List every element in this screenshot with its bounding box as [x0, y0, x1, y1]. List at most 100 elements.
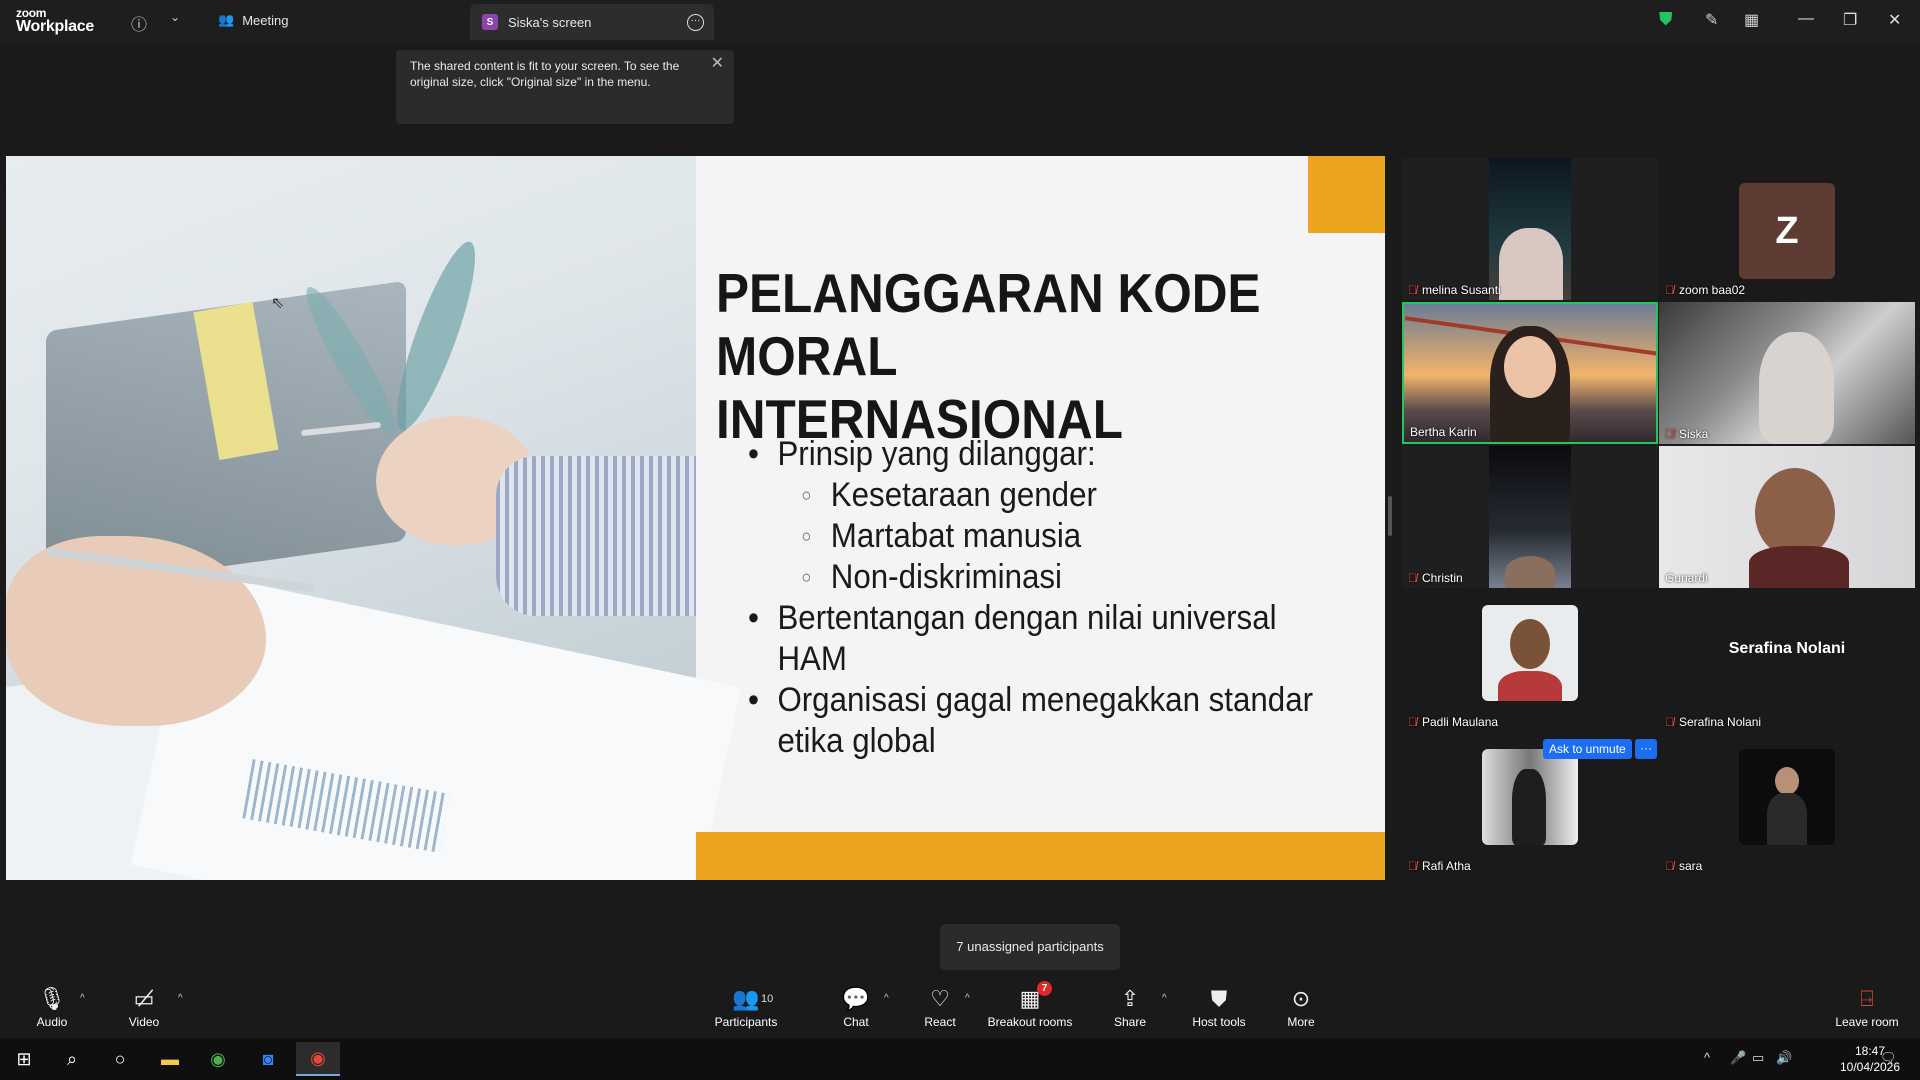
screen-owner-badge: S: [482, 14, 498, 30]
sub-bullet-item: Kesetaraan gender: [748, 475, 1318, 516]
more-options-icon[interactable]: ···: [687, 14, 704, 31]
mouse-cursor-icon: ⇖: [271, 295, 285, 312]
participant-tile[interactable]: Serafina Nolani 🎙̸ Serafina Nolani: [1659, 590, 1915, 732]
sub-bullet-item: Non-diskriminasi: [748, 557, 1318, 598]
muted-mic-icon: 🎙̸: [1408, 715, 1417, 729]
participant-tile[interactable]: Gunardi: [1659, 446, 1915, 588]
title-bar: zoom Workplace ⓘ ⌄ 👥 Meeting S Siska's s…: [0, 0, 1920, 44]
slide-bullets: Prinsip yang dilanggar: Kesetaraan gende…: [748, 434, 1318, 762]
avatar: [1739, 749, 1835, 845]
participants-button[interactable]: 👥 10 Participants: [701, 985, 791, 1029]
muted-mic-icon: 🎙̸: [1408, 859, 1417, 873]
volume-icon[interactable]: 🔊: [1776, 1050, 1792, 1066]
sub-bullet-item: Martabat manusia: [748, 516, 1318, 557]
avatar: [1482, 605, 1578, 701]
participant-video: [1659, 302, 1915, 444]
meeting-toolbar: 🎙 Audio ^ ▭̸ Video ^ 👥 10 Participants 💬 …: [0, 981, 1920, 1038]
participant-display-name: Serafina Nolani: [1728, 640, 1846, 657]
participant-video: [1489, 446, 1571, 588]
share-button[interactable]: ⇪ Share: [1085, 985, 1175, 1029]
slide-accent-block: [1308, 156, 1385, 233]
participant-video: [1659, 446, 1915, 588]
minimize-icon[interactable]: —: [1798, 10, 1814, 28]
muted-mic-icon: 🎙̸: [1408, 283, 1417, 297]
breakout-rooms-button[interactable]: ▦ 7 Breakout rooms: [985, 981, 1075, 1029]
zoom-logo: zoom Workplace: [16, 6, 94, 35]
participant-tile[interactable]: Z 🎙̸ zoom baa02: [1659, 158, 1915, 300]
react-button[interactable]: ♡ React: [895, 985, 985, 1029]
slide-accent-bar: [696, 832, 1385, 880]
chevron-up-icon[interactable]: ^: [884, 993, 889, 1004]
windows-start-icon[interactable]: ⊞: [2, 1042, 46, 1076]
avatar: Z: [1739, 183, 1835, 279]
shared-screen[interactable]: ⇖ PELANGGARAN KODE MORAL INTERNASIONAL P…: [6, 156, 1385, 880]
participant-video: [1404, 304, 1656, 442]
meeting-tab[interactable]: 👥 Meeting: [218, 12, 288, 28]
bullet-item: Prinsip yang dilanggar:: [748, 434, 1318, 475]
chrome-active-icon[interactable]: ◉: [296, 1042, 340, 1076]
slide-photo: ⇖: [6, 156, 742, 880]
fit-screen-tooltip: The shared content is fit to your screen…: [396, 50, 734, 124]
leave-room-button[interactable]: ⍈ Leave room: [1822, 985, 1912, 1029]
ask-to-unmute-button[interactable]: Ask to unmute: [1543, 739, 1632, 759]
more-icon: ⊙: [1291, 986, 1311, 1011]
react-icon: ♡: [930, 986, 950, 1011]
audio-button[interactable]: 🎙 Audio: [7, 985, 97, 1029]
video-button[interactable]: ▭̸ Video: [99, 985, 189, 1029]
participant-tile-active-speaker[interactable]: Bertha Karin: [1402, 302, 1658, 444]
participant-tile[interactable]: 🎙̸ sara: [1659, 734, 1915, 876]
participant-video: [1489, 158, 1571, 300]
chevron-up-icon[interactable]: ^: [1162, 993, 1167, 1004]
shield-icon[interactable]: ⛊: [1659, 9, 1673, 30]
screen-share-tab[interactable]: S Siska's screen ···: [470, 4, 714, 40]
participant-tile[interactable]: 🎙̸ Christin: [1402, 446, 1658, 588]
chevron-up-icon[interactable]: ^: [178, 993, 183, 1004]
screen-tab-label: Siska's screen: [508, 14, 592, 30]
os-taskbar: ⊞ ⌕ ○ ▬ ◉ ◙ ◉ ^ 🎤 ▭ 🔊 18:47 10/04/2026 🗨: [0, 1038, 1920, 1080]
tooltip-text: The shared content is fit to your screen…: [410, 59, 680, 89]
zoom-app-icon[interactable]: ◙: [246, 1042, 290, 1076]
tray-expand-icon[interactable]: ^: [1704, 1050, 1710, 1065]
annotate-icon[interactable]: ✎: [1705, 10, 1718, 30]
more-button[interactable]: ⊙ More: [1256, 985, 1346, 1029]
chevron-up-icon[interactable]: ^: [80, 993, 85, 1004]
bullet-item: Bertentangan dengan nilai universal HAM: [748, 598, 1318, 680]
view-layout-icon[interactable]: ▦: [1744, 10, 1759, 30]
slide-title: PELANGGARAN KODE MORAL INTERNASIONAL: [716, 262, 1261, 450]
panel-resize-handle[interactable]: [1388, 496, 1392, 536]
muted-mic-icon: 🎙̸: [1665, 859, 1674, 873]
notification-badge: 7: [1037, 981, 1052, 996]
video-off-icon: ▭̸: [133, 986, 155, 1011]
breakout-rooms-icon: ▦ 7: [985, 981, 1075, 1013]
avatar: [1482, 749, 1578, 845]
participant-tile[interactable]: 🎙̸ melina Susanti: [1402, 158, 1658, 300]
leave-icon: ⍈: [1860, 986, 1874, 1011]
muted-mic-icon: 🎙̸: [1665, 427, 1674, 441]
search-icon[interactable]: ⌕: [50, 1042, 94, 1076]
participant-tile[interactable]: 🎙̸ Siska: [1659, 302, 1915, 444]
unassigned-participants-tooltip: 7 unassigned participants: [940, 924, 1120, 970]
microphone-icon[interactable]: 🎤: [1730, 1050, 1746, 1066]
network-icon[interactable]: ▭: [1752, 1050, 1764, 1066]
close-icon[interactable]: ✕: [1888, 10, 1901, 30]
participants-icon: 👥 10: [732, 986, 774, 1011]
shield-icon: ⛊: [1210, 986, 1228, 1011]
bullet-item: Organisasi gagal menegakkan standar etik…: [748, 680, 1318, 762]
chevron-up-icon[interactable]: ^: [965, 993, 970, 1004]
restore-icon[interactable]: ❐: [1843, 10, 1857, 30]
muted-mic-icon: 🎙̸: [1665, 283, 1674, 297]
file-explorer-icon[interactable]: ▬: [148, 1042, 192, 1076]
chevron-down-icon[interactable]: ⌄: [170, 10, 180, 24]
participant-tile[interactable]: 🎙̸ Padli Maulana: [1402, 590, 1658, 732]
muted-mic-icon: 🎙̸: [1408, 571, 1417, 585]
info-icon[interactable]: ⓘ: [131, 11, 147, 35]
close-icon[interactable]: ✕: [711, 56, 724, 72]
chat-button[interactable]: 💬 Chat: [811, 985, 901, 1029]
notifications-icon[interactable]: 🗨: [1880, 1050, 1897, 1066]
participants-icon: 👥: [218, 12, 235, 27]
host-tools-button[interactable]: ⛊ Host tools: [1174, 985, 1264, 1029]
participant-more-button[interactable]: ···: [1635, 739, 1657, 759]
task-view-icon[interactable]: ○: [98, 1042, 142, 1076]
chrome-icon[interactable]: ◉: [196, 1042, 240, 1076]
muted-mic-icon: 🎙̸: [1665, 715, 1674, 729]
